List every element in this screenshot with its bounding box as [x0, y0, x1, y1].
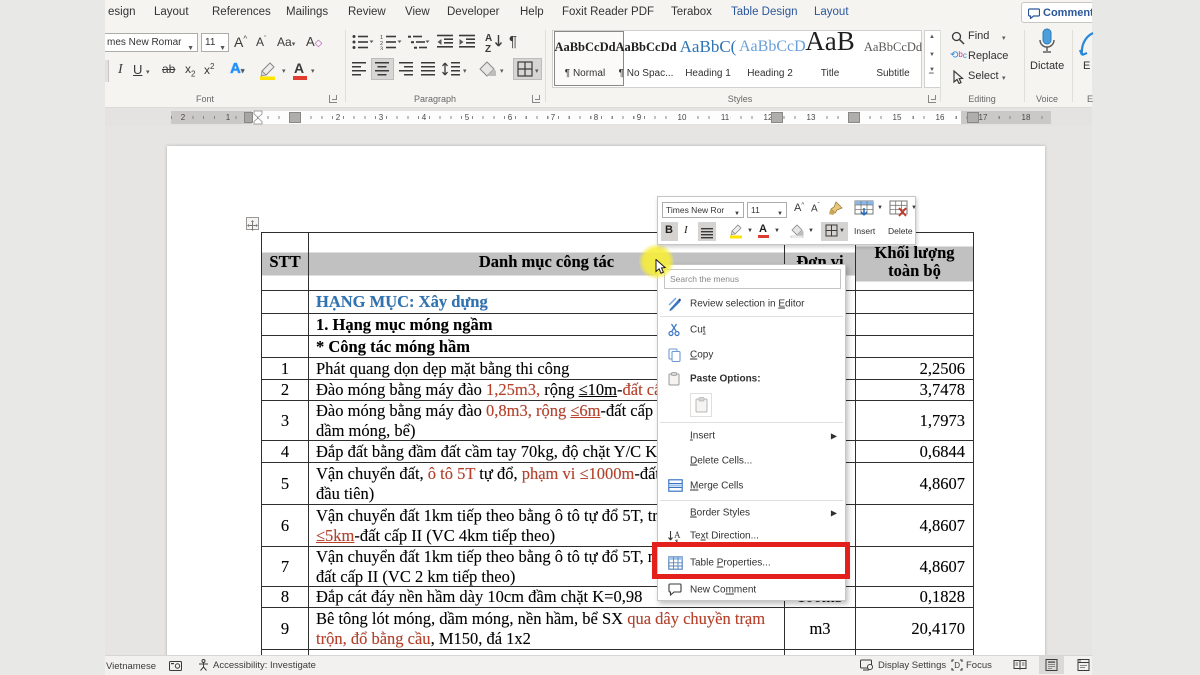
svg-text:3: 3	[380, 47, 383, 51]
svg-text:A: A	[674, 530, 681, 540]
svg-text:D: D	[954, 661, 960, 670]
